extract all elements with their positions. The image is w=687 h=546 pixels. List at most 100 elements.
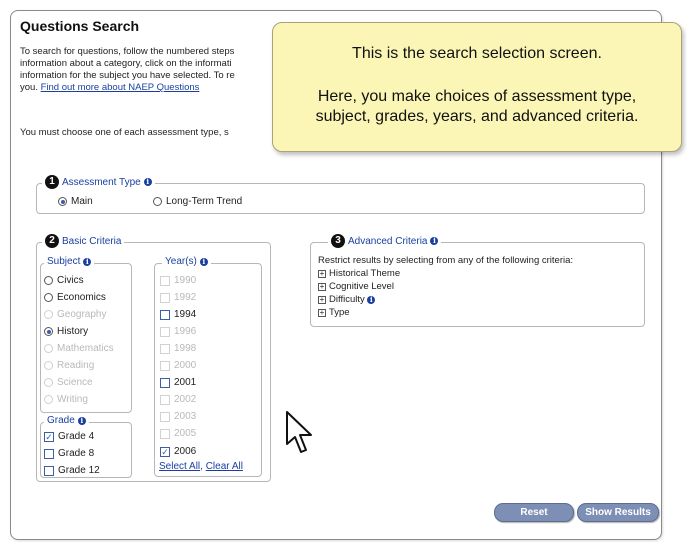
year-label-text: 2005 <box>174 428 197 439</box>
subject-option-civics[interactable]: Civics <box>44 275 84 286</box>
grade-4-checkbox[interactable]: ✓ <box>44 431 54 442</box>
step-2-badge: 2 <box>45 234 59 248</box>
subject-label-text: Geography <box>57 309 107 320</box>
advanced-info-icon[interactable]: i <box>430 237 439 245</box>
year-checkbox <box>160 428 170 439</box>
reset-button[interactable]: Reset <box>494 503 574 522</box>
subject-label-text: Mathematics <box>57 343 114 354</box>
subject-label-text: History <box>57 326 89 337</box>
year-label-text: 1994 <box>174 309 197 320</box>
year-option-2006[interactable]: ✓ 2006 <box>160 446 196 457</box>
step-1-badge: 1 <box>45 175 59 189</box>
year-option-1990: 1990 <box>160 275 196 286</box>
advanced-item-type[interactable]: + Type <box>318 307 350 318</box>
year-checkbox[interactable] <box>160 377 170 388</box>
year-label-text: 2006 <box>174 446 197 457</box>
subject-option-mathematics: Mathematics <box>44 343 114 354</box>
year-checkbox <box>160 326 170 337</box>
subject-label-text: Reading <box>57 360 95 371</box>
geography-radio <box>44 310 53 319</box>
assessment-option-long-term-trend[interactable]: Long-Term Trend <box>153 196 242 207</box>
expand-icon[interactable]: + <box>318 270 326 278</box>
difficulty-info-icon[interactable]: i <box>367 296 376 304</box>
main-radio[interactable] <box>58 197 67 206</box>
civics-radio[interactable] <box>44 276 53 285</box>
year-label-text: 2002 <box>174 394 197 405</box>
year-label-text: 2003 <box>174 411 197 422</box>
grade-legend: Grade i <box>44 415 89 426</box>
writing-radio <box>44 395 53 404</box>
years-label: Year(s) <box>165 256 197 267</box>
grade-label: Grade <box>47 415 75 426</box>
grade-option-8[interactable]: Grade 8 <box>44 448 94 459</box>
year-option-2002: 2002 <box>160 394 196 405</box>
advanced-item-label: Difficulty <box>329 294 365 305</box>
basic-criteria-legend: 2 Basic Criteria <box>42 234 125 248</box>
subject-legend: Subject i <box>44 256 95 267</box>
assessment-option-label: Main <box>71 196 93 207</box>
subject-option-writing: Writing <box>44 394 88 405</box>
advanced-description: Restrict results by selecting from any o… <box>318 255 574 266</box>
subject-label-text: Writing <box>57 394 88 405</box>
tooltip-line-1: This is the search selection screen. <box>352 45 602 62</box>
year-checkbox <box>160 360 170 371</box>
years-legend: Year(s) i <box>162 256 211 267</box>
grade-label-text: Grade 8 <box>58 448 95 459</box>
year-label-text: 1990 <box>174 275 197 286</box>
select-all-link[interactable]: Select All <box>159 461 200 472</box>
advanced-item-historical-theme[interactable]: + Historical Theme <box>318 268 400 279</box>
long-term-trend-radio[interactable] <box>153 197 162 206</box>
history-radio[interactable] <box>44 327 53 336</box>
page-title: Questions Search <box>20 18 140 34</box>
expand-icon[interactable]: + <box>318 309 326 317</box>
subject-option-reading: Reading <box>44 360 94 371</box>
find-out-more-link[interactable]: Find out more about NAEP Questions <box>41 82 200 93</box>
year-label-text: 1998 <box>174 343 197 354</box>
grade-option-4[interactable]: ✓ Grade 4 <box>44 431 94 442</box>
year-option-2000: 2000 <box>160 360 196 371</box>
year-checkbox[interactable]: ✓ <box>160 446 170 457</box>
year-label-text: 2000 <box>174 360 197 371</box>
assessment-option-main[interactable]: Main <box>58 196 93 207</box>
subject-option-history[interactable]: History <box>44 326 88 337</box>
show-results-button[interactable]: Show Results <box>577 503 659 522</box>
grade-label-text: Grade 4 <box>58 431 95 442</box>
year-option-1994[interactable]: 1994 <box>160 309 196 320</box>
year-option-1998: 1998 <box>160 343 196 354</box>
subject-label-text: Economics <box>57 292 106 303</box>
assessment-info-icon[interactable]: i <box>143 178 152 186</box>
advanced-item-cognitive-level[interactable]: + Cognitive Level <box>318 281 394 292</box>
grade-info-icon[interactable]: i <box>77 416 86 425</box>
advanced-criteria-legend: 3 Advanced Criteria i <box>328 234 442 248</box>
year-option-2001[interactable]: 2001 <box>160 377 196 388</box>
year-option-2005: 2005 <box>160 428 196 439</box>
year-select-links: Select All, Clear All <box>159 461 243 472</box>
assessment-type-label: Assessment Type <box>62 176 141 188</box>
advanced-item-difficulty[interactable]: + Difficulty i <box>318 294 376 305</box>
year-label-text: 1992 <box>174 292 197 303</box>
advanced-item-label: Cognitive Level <box>329 281 394 292</box>
basic-criteria-label: Basic Criteria <box>62 235 122 247</box>
mouse-pointer-icon <box>286 411 312 453</box>
assessment-type-legend: 1 Assessment Type i <box>42 175 155 189</box>
subject-option-economics[interactable]: Economics <box>44 292 106 303</box>
expand-icon[interactable]: + <box>318 296 326 304</box>
grade-8-checkbox[interactable] <box>44 448 54 459</box>
year-checkbox[interactable] <box>160 309 170 320</box>
subject-info-icon[interactable]: i <box>83 257 92 266</box>
grade-12-checkbox[interactable] <box>44 465 54 476</box>
subject-option-science: Science <box>44 377 93 388</box>
year-checkbox <box>160 343 170 354</box>
years-info-icon[interactable]: i <box>199 257 208 266</box>
year-checkbox <box>160 394 170 405</box>
economics-radio[interactable] <box>44 293 53 302</box>
clear-all-link[interactable]: Clear All <box>206 461 243 472</box>
tooltip-line-2: Here, you make choices of assessment typ… <box>315 88 639 125</box>
grade-option-12[interactable]: Grade 12 <box>44 465 100 476</box>
science-radio <box>44 378 53 387</box>
year-label-text: 2001 <box>174 377 197 388</box>
year-option-2003: 2003 <box>160 411 196 422</box>
search-selection-tooltip: This is the search selection screen. Her… <box>272 22 682 152</box>
must-choose-text: You must choose one of each assessment t… <box>20 127 229 138</box>
expand-icon[interactable]: + <box>318 283 326 291</box>
